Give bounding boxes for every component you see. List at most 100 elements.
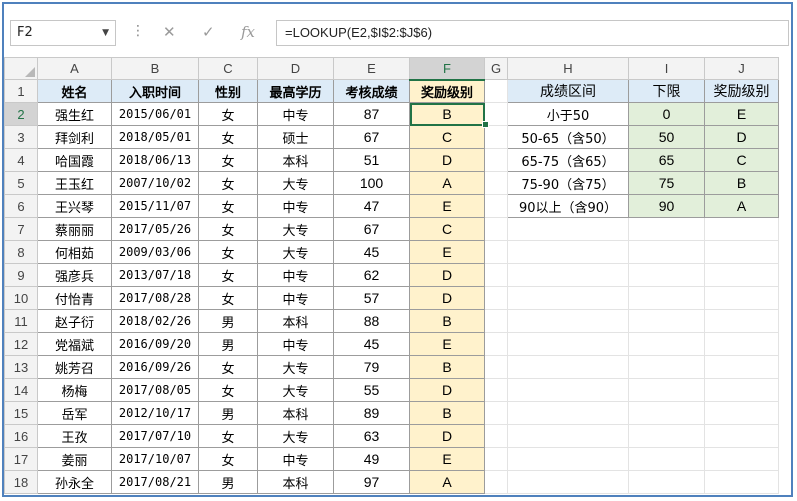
table-cell[interactable]: 2017/08/28 (111, 286, 199, 310)
table-cell[interactable]: E (409, 240, 485, 264)
table-cell[interactable]: A (409, 171, 485, 195)
row-header[interactable]: 10 (4, 286, 38, 310)
table-cell[interactable]: 87 (333, 102, 410, 126)
table-cell[interactable] (507, 378, 629, 402)
table-cell[interactable]: 中专 (257, 194, 334, 218)
column-header-d[interactable]: D (257, 57, 334, 80)
table-cell[interactable] (704, 355, 779, 379)
table-cell[interactable] (484, 148, 508, 172)
table-header-cell[interactable]: 考核成绩 (333, 79, 410, 103)
table-cell[interactable] (507, 309, 629, 333)
table-cell[interactable]: 王兴琴 (37, 194, 112, 218)
table-cell[interactable]: E (409, 447, 485, 471)
insert-function-icon[interactable]: fx (241, 23, 255, 41)
table-cell[interactable] (628, 217, 705, 241)
table-cell[interactable]: 大专 (257, 240, 334, 264)
lookup-cell[interactable]: D (704, 125, 779, 149)
table-cell[interactable]: E (409, 194, 485, 218)
table-cell[interactable] (507, 286, 629, 310)
row-header[interactable]: 7 (4, 217, 38, 241)
table-cell[interactable]: D (409, 286, 485, 310)
row-header[interactable]: 12 (4, 332, 38, 356)
table-cell[interactable] (484, 171, 508, 195)
table-cell[interactable]: 2017/08/21 (111, 470, 199, 494)
table-cell[interactable] (628, 309, 705, 333)
row-header[interactable]: 11 (4, 309, 38, 333)
table-cell[interactable] (507, 470, 629, 494)
table-cell[interactable]: 100 (333, 171, 410, 195)
table-header-cell[interactable]: 最高学历 (257, 79, 334, 103)
lookup-cell[interactable]: 75 (628, 171, 705, 195)
table-cell[interactable]: 2017/05/26 (111, 217, 199, 241)
table-cell[interactable] (484, 194, 508, 218)
table-cell[interactable] (628, 332, 705, 356)
table-cell[interactable]: 强彦兵 (37, 263, 112, 287)
table-cell[interactable]: 赵子衍 (37, 309, 112, 333)
table-cell[interactable] (484, 286, 508, 310)
table-cell[interactable] (704, 286, 779, 310)
name-box[interactable]: F2 ▼ (10, 20, 116, 46)
table-cell[interactable]: 本科 (257, 401, 334, 425)
row-header[interactable]: 17 (4, 447, 38, 471)
table-cell[interactable]: 大专 (257, 355, 334, 379)
table-cell[interactable]: 中专 (257, 332, 334, 356)
row-header[interactable]: 4 (4, 148, 38, 172)
table-cell[interactable] (628, 240, 705, 264)
table-cell[interactable]: 男 (198, 309, 258, 333)
table-cell[interactable]: 本科 (257, 470, 334, 494)
table-cell[interactable]: 2017/10/07 (111, 447, 199, 471)
column-header-g[interactable]: G (484, 57, 508, 80)
fill-handle[interactable] (482, 121, 489, 128)
table-cell[interactable] (628, 355, 705, 379)
table-cell[interactable]: 中专 (257, 447, 334, 471)
table-cell[interactable] (704, 240, 779, 264)
table-cell[interactable]: 中专 (257, 263, 334, 287)
lookup-cell[interactable]: C (704, 148, 779, 172)
table-cell[interactable]: 本科 (257, 309, 334, 333)
table-cell[interactable] (507, 217, 629, 241)
table-cell[interactable]: 女 (198, 125, 258, 149)
table-header-cell[interactable]: 姓名 (37, 79, 112, 103)
table-cell[interactable]: 哈国霞 (37, 148, 112, 172)
table-cell[interactable]: 2018/02/26 (111, 309, 199, 333)
table-cell[interactable]: 女 (198, 424, 258, 448)
table-cell[interactable] (507, 424, 629, 448)
lookup-cell[interactable]: 小于50 (507, 102, 629, 126)
table-cell[interactable] (704, 217, 779, 241)
table-cell[interactable]: A (409, 470, 485, 494)
table-cell[interactable] (704, 309, 779, 333)
column-header-f[interactable]: F (409, 57, 485, 81)
row-header[interactable]: 5 (4, 171, 38, 195)
table-cell[interactable]: 女 (198, 217, 258, 241)
table-cell[interactable]: 女 (198, 102, 258, 126)
table-cell[interactable]: 男 (198, 470, 258, 494)
table-cell[interactable] (628, 378, 705, 402)
table-cell[interactable]: 89 (333, 401, 410, 425)
table-cell[interactable]: D (409, 424, 485, 448)
table-cell[interactable] (628, 401, 705, 425)
table-cell[interactable]: D (409, 263, 485, 287)
lookup-cell[interactable]: 90以上（含90） (507, 194, 629, 218)
table-cell[interactable]: C (409, 125, 485, 149)
table-cell[interactable] (507, 447, 629, 471)
table-cell[interactable]: 中专 (257, 102, 334, 126)
row-header[interactable]: 6 (4, 194, 38, 218)
table-cell[interactable]: 女 (198, 240, 258, 264)
table-cell[interactable]: 97 (333, 470, 410, 494)
table-cell[interactable] (484, 240, 508, 264)
table-cell[interactable] (507, 263, 629, 287)
table-cell[interactable]: 硕士 (257, 125, 334, 149)
row-header[interactable]: 13 (4, 355, 38, 379)
enter-icon[interactable]: ✓ (202, 23, 215, 41)
table-cell[interactable]: 王玉红 (37, 171, 112, 195)
table-cell[interactable]: 女 (198, 171, 258, 195)
table-cell[interactable] (484, 424, 508, 448)
table-cell[interactable]: 姚芳召 (37, 355, 112, 379)
lookup-cell[interactable]: 0 (628, 102, 705, 126)
table-cell[interactable]: C (409, 217, 485, 241)
table-cell[interactable] (704, 332, 779, 356)
table-cell[interactable] (484, 217, 508, 241)
table-cell[interactable] (704, 470, 779, 494)
table-cell[interactable]: 2013/07/18 (111, 263, 199, 287)
table-cell[interactable]: 63 (333, 424, 410, 448)
